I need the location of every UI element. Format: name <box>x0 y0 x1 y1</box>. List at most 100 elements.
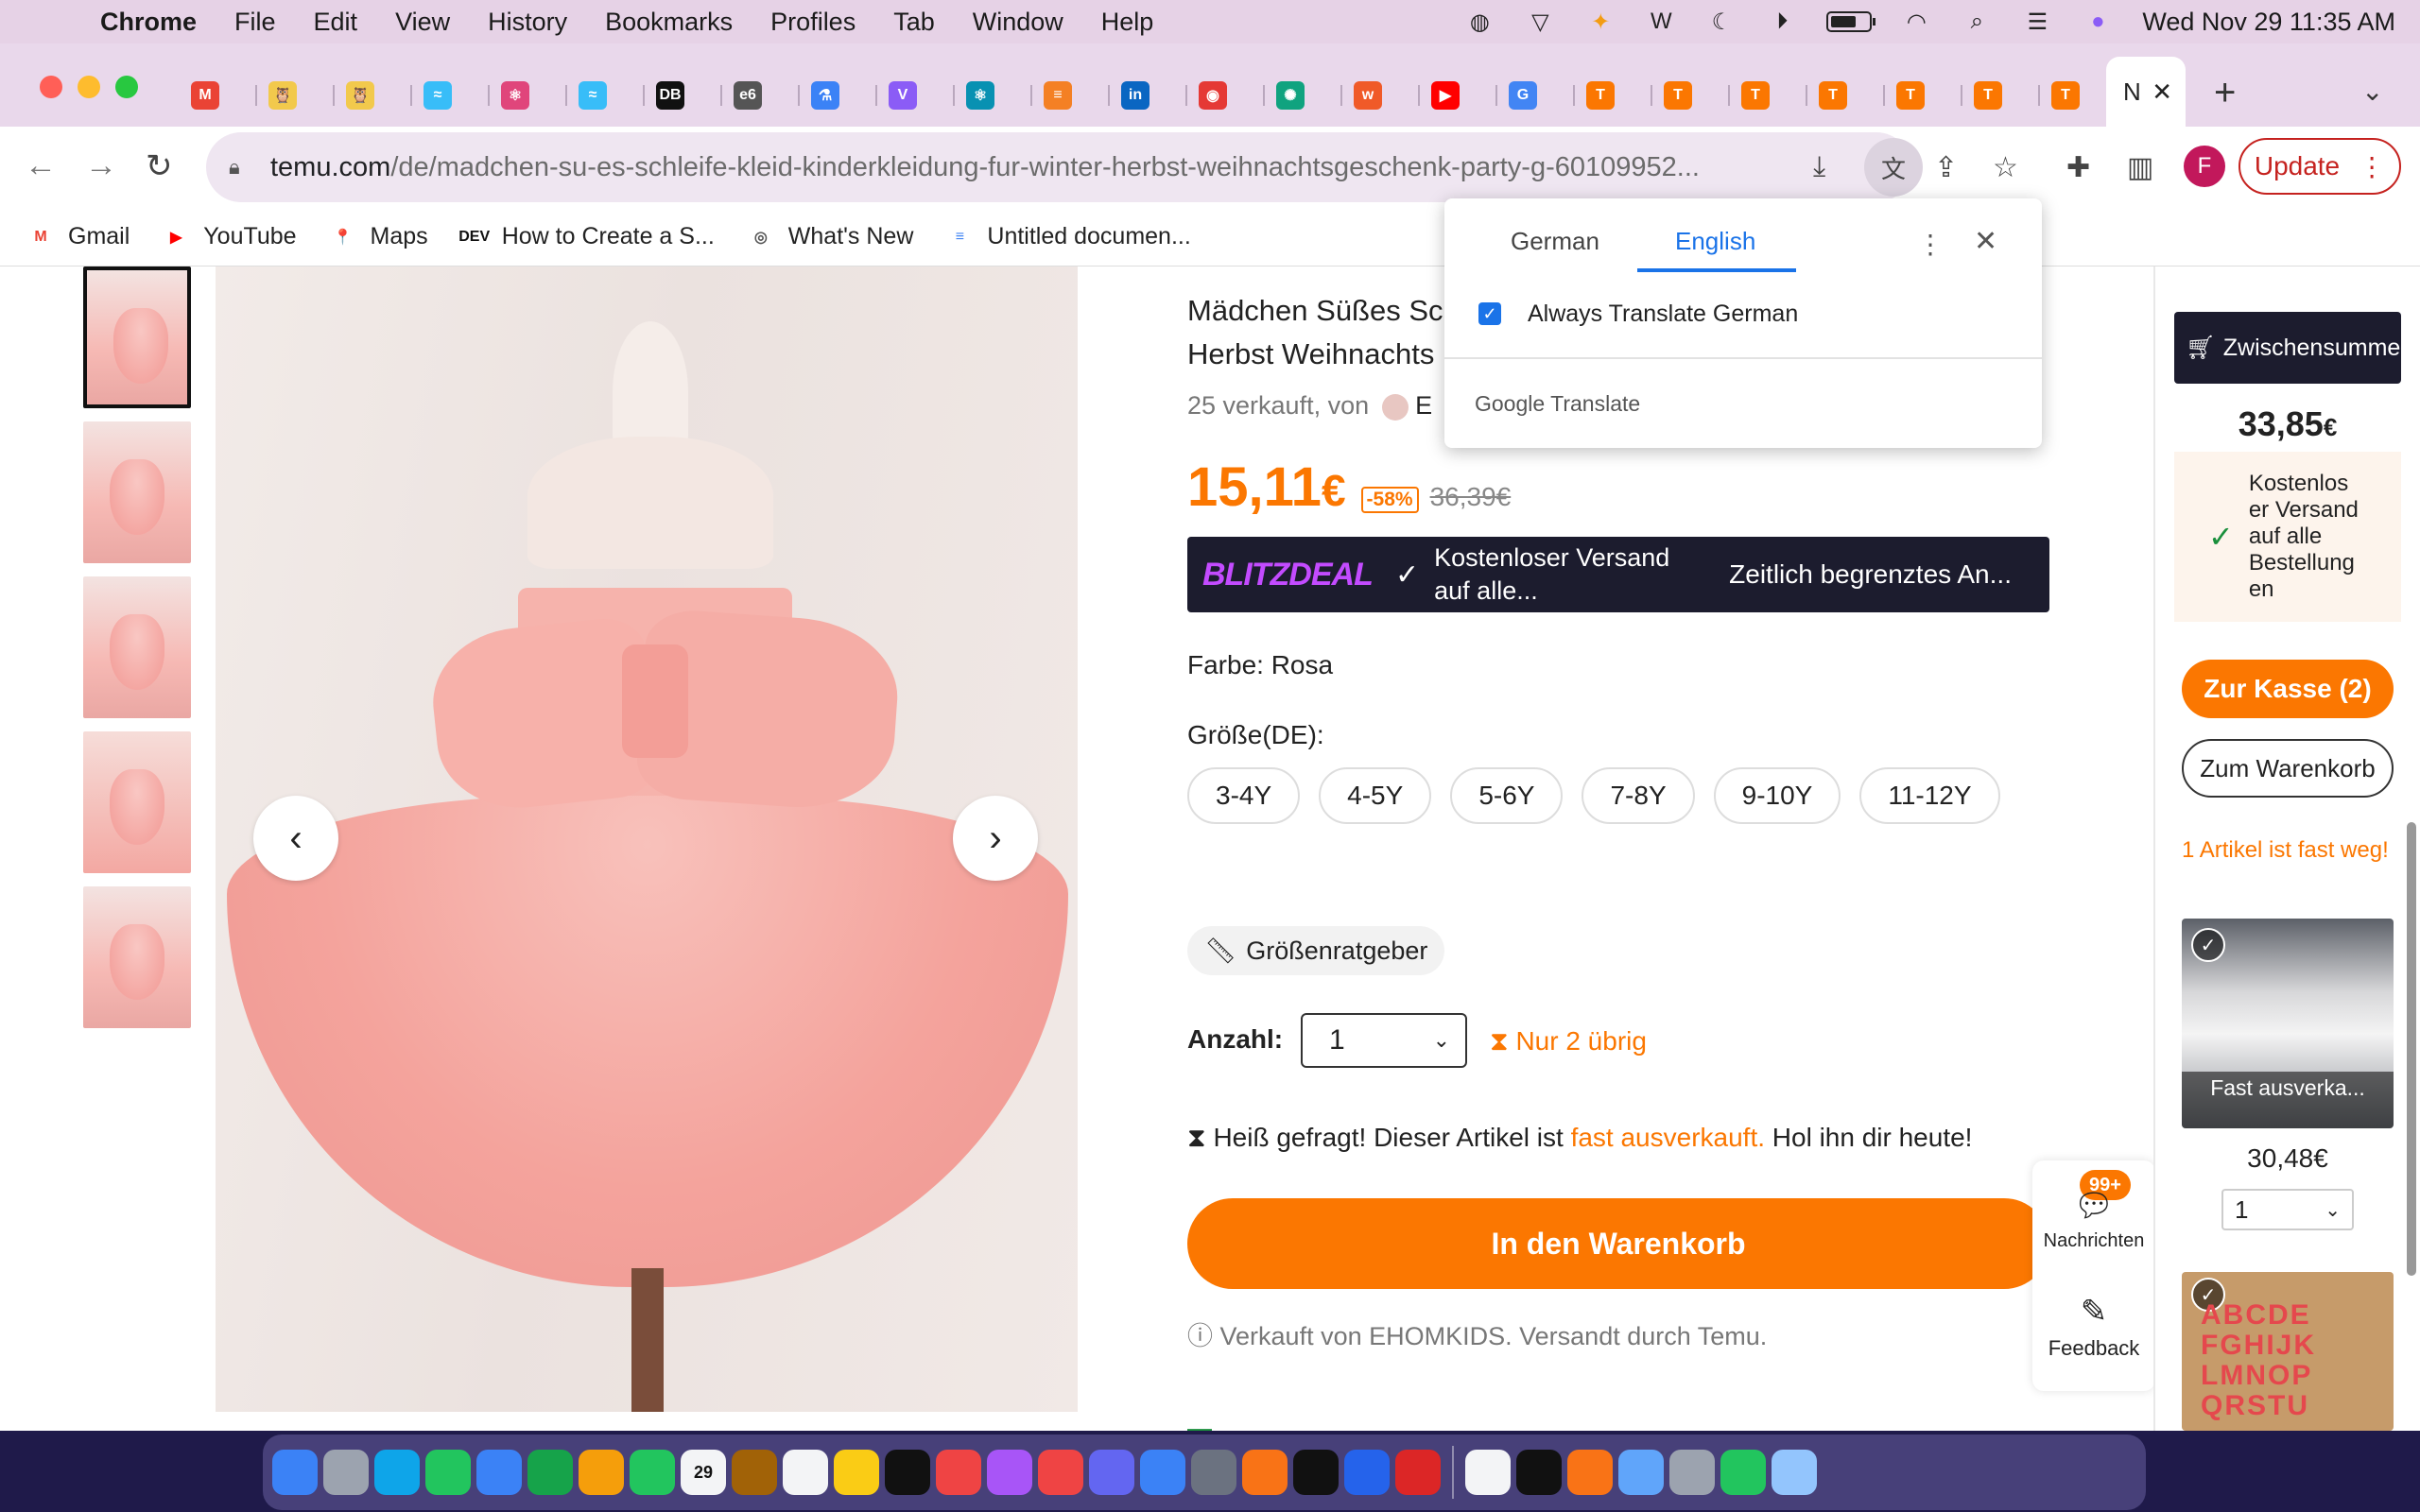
tab-23[interactable]: T <box>1891 74 1968 117</box>
tab-9[interactable]: ⚗ <box>805 74 883 117</box>
firefox-icon[interactable] <box>1242 1450 1288 1495</box>
wifi-icon[interactable]: ◠ <box>1900 9 1932 35</box>
item-check-icon[interactable]: ✓ <box>2191 928 2225 962</box>
news-icon[interactable] <box>1038 1450 1083 1495</box>
carousel-next-icon[interactable]: › <box>953 796 1038 881</box>
tab-17[interactable]: ▶ <box>1426 74 1503 117</box>
menu-window[interactable]: Window <box>973 8 1063 37</box>
forward-icon[interactable]: → <box>85 147 117 184</box>
play-circle-icon[interactable]: ⏵ <box>1766 9 1798 35</box>
contacts-icon[interactable] <box>732 1450 777 1495</box>
teams-icon[interactable] <box>1089 1450 1134 1495</box>
bookmark-gmail[interactable]: M Gmail <box>26 223 130 251</box>
tableplus-icon[interactable] <box>1618 1450 1664 1495</box>
wps-icon[interactable] <box>1395 1450 1441 1495</box>
messages-button[interactable]: 💬︎ Nachrichten <box>2032 1187 2155 1252</box>
bookmark-star-icon[interactable]: ☆ <box>1993 151 2018 184</box>
utorrent-icon[interactable] <box>1720 1450 1766 1495</box>
thumbnail-1[interactable] <box>83 266 191 408</box>
thumbnail-4[interactable] <box>83 731 191 873</box>
address-bar[interactable]: 🔒︎ temu.com /de/madchen-su-es-schleife-k… <box>206 132 1911 202</box>
cart-item-alphabet-puzzle[interactable]: ✓ ABCDE FGHIJK LMNOP QRSTU <box>2182 1272 2394 1431</box>
tab-13[interactable]: in <box>1115 74 1193 117</box>
profile-avatar[interactable]: F <box>2184 146 2225 187</box>
chrome-icon[interactable] <box>1465 1450 1511 1495</box>
size-option-4-5y[interactable]: 4-5Y <box>1319 767 1432 824</box>
size-guide-button[interactable]: 📏︎ Größenratgeber <box>1187 926 1445 975</box>
tab-2[interactable]: 🦉 <box>263 74 340 117</box>
terminal-icon[interactable] <box>1293 1450 1339 1495</box>
quantity-select[interactable]: 1 ⌄ <box>1301 1013 1467 1068</box>
battery-icon[interactable] <box>1826 11 1876 32</box>
launchpad-icon[interactable] <box>323 1450 369 1495</box>
tab-active[interactable]: N ✕ <box>2106 57 2186 127</box>
cart-item-quantity[interactable]: 1 ⌄ <box>2221 1189 2354 1230</box>
tv-icon[interactable] <box>885 1450 930 1495</box>
go-to-cart-button[interactable]: Zum Warenkorb <box>2182 739 2394 798</box>
close-tab-icon[interactable]: ✕ <box>2152 77 2172 107</box>
menu-history[interactable]: History <box>488 8 567 37</box>
tab-5[interactable]: ⚛ <box>495 74 573 117</box>
tab-10[interactable]: V <box>883 74 960 117</box>
checkout-button[interactable]: Zur Kasse (2) <box>2182 660 2394 718</box>
tab-14[interactable]: ◉ <box>1193 74 1270 117</box>
tab-15[interactable]: ✺ <box>1270 74 1348 117</box>
carousel-prev-icon[interactable]: ‹ <box>253 796 338 881</box>
tab-16[interactable]: w <box>1348 74 1426 117</box>
size-option-7-8y[interactable]: 7-8Y <box>1582 767 1695 824</box>
tab-22[interactable]: T <box>1813 74 1891 117</box>
close-icon[interactable]: ✕ <box>1974 225 1997 258</box>
always-translate-checkbox[interactable]: ✓ <box>1478 302 1501 325</box>
tab-search-chevron-icon[interactable]: ⌄ <box>2361 76 2383 107</box>
facetime-icon[interactable] <box>630 1450 675 1495</box>
lock-icon[interactable]: 🔒︎ <box>229 155 250 180</box>
notes-icon[interactable] <box>834 1450 879 1495</box>
always-translate-label[interactable]: Always Translate German <box>1528 301 1798 328</box>
tab-11[interactable]: ⚛ <box>960 74 1038 117</box>
translate-icon[interactable]: 文 <box>1864 138 1923 197</box>
vpn-icon[interactable]: ◍ <box>1463 9 1495 35</box>
menu-profiles[interactable]: Profiles <box>770 8 856 37</box>
tab-source-language[interactable]: German <box>1511 227 1599 256</box>
menu-file[interactable]: File <box>234 8 276 37</box>
menu-help[interactable]: Help <box>1101 8 1154 37</box>
feedback-button[interactable]: ✎ Feedback <box>2032 1293 2155 1361</box>
seller-initial[interactable]: E <box>1415 391 1432 420</box>
control-center-icon[interactable]: ☰ <box>2021 9 2053 35</box>
menu-edit[interactable]: Edit <box>314 8 358 37</box>
messages-icon[interactable] <box>425 1450 471 1495</box>
share-icon[interactable]: ⇪ <box>1934 151 1958 184</box>
install-icon[interactable]: ⤓ <box>1813 151 1825 183</box>
menu-tab[interactable]: Tab <box>893 8 935 37</box>
podcasts-icon[interactable] <box>987 1450 1032 1495</box>
music-icon[interactable] <box>936 1450 981 1495</box>
back-icon[interactable]: ← <box>25 147 57 184</box>
preview-icon[interactable] <box>1772 1450 1817 1495</box>
vscode-icon[interactable] <box>1344 1450 1390 1495</box>
reload-icon[interactable]: ↻ <box>146 147 173 185</box>
scrollbar[interactable] <box>2407 822 2416 1276</box>
tab-6[interactable]: ≈ <box>573 74 650 117</box>
tab-8[interactable]: e6 <box>728 74 805 117</box>
tab-target-language[interactable]: English <box>1675 227 1755 256</box>
tab-4[interactable]: ≈ <box>418 74 495 117</box>
tab-18[interactable]: G <box>1503 74 1581 117</box>
tab-1[interactable]: M <box>185 74 263 117</box>
cart-item-mattress[interactable]: ✓ Fast ausverka... <box>2182 919 2394 1128</box>
side-panel-icon[interactable]: ▥ <box>2127 151 2153 184</box>
menubar-clock[interactable]: Wed Nov 29 11:35 AM <box>2142 8 2395 37</box>
sequel-icon[interactable] <box>1669 1450 1715 1495</box>
more-vert-icon[interactable]: ⋮ <box>1917 229 1944 260</box>
tab-21[interactable]: T <box>1736 74 1813 117</box>
bookmark-what-s-new[interactable]: ◎ What's New <box>747 223 914 251</box>
close-window-icon[interactable] <box>40 76 62 98</box>
minimize-window-icon[interactable] <box>78 76 100 98</box>
bookmark-maps[interactable]: 📍 Maps <box>329 223 428 251</box>
menu-app-name[interactable]: Chrome <box>100 8 197 37</box>
bookmark-youtube[interactable]: ▶ YouTube <box>162 223 296 251</box>
search-icon[interactable]: ⌕ <box>1961 9 1993 35</box>
blitzdeal-banner[interactable]: BLITZDEAL ✓ Kostenloser Versand auf alle… <box>1187 537 2049 612</box>
vectorize-icon[interactable]: ▽ <box>1524 9 1556 35</box>
wps-menubar-icon[interactable]: W <box>1645 9 1677 35</box>
tab-12[interactable]: ≡ <box>1038 74 1115 117</box>
